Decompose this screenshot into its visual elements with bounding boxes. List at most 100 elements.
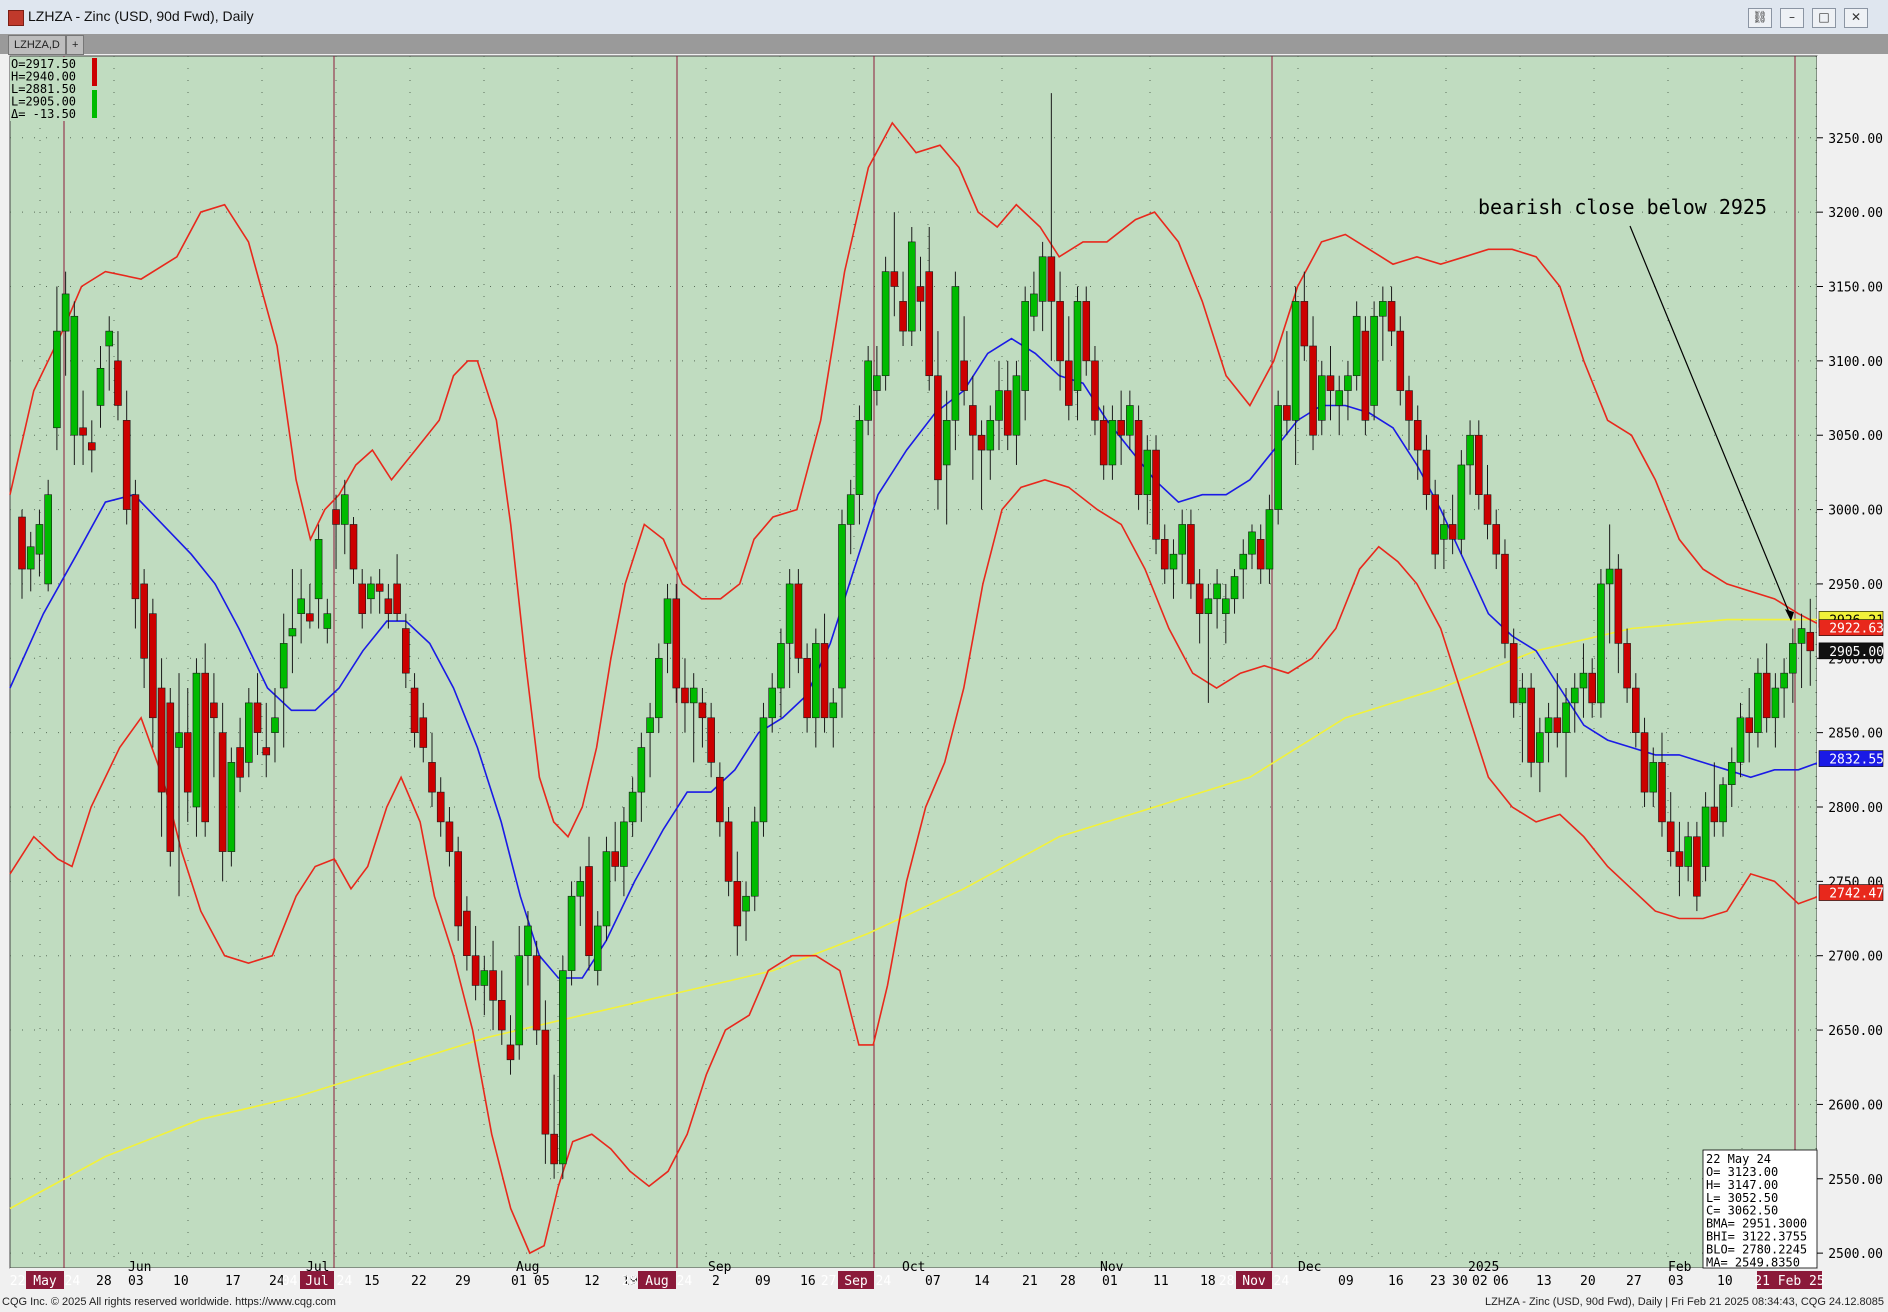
candle-body (367, 583, 375, 600)
candle-body (576, 881, 585, 897)
candle-body (1710, 806, 1719, 823)
candle-body (777, 643, 785, 689)
candle-body (384, 598, 393, 614)
minimize-button[interactable]: – (1780, 8, 1804, 28)
candle-body (1431, 494, 1439, 555)
ohlc-readout-candle-down (92, 58, 97, 86)
candle-body (1518, 687, 1527, 704)
x-tick-label: 15 (364, 1274, 380, 1289)
candle-body (262, 747, 271, 756)
price-tag-upper-band: 2922.63 (1829, 622, 1884, 637)
candle-body (1344, 375, 1352, 391)
x-tick-label: 28 (1060, 1274, 1076, 1289)
candle-body (1457, 464, 1466, 540)
candle-body (253, 702, 262, 733)
candle-body (506, 1044, 515, 1061)
candle-body (1160, 539, 1169, 570)
candle-body (1187, 524, 1195, 585)
candle-body (1352, 315, 1361, 377)
candle-body (1736, 717, 1745, 763)
candle-body (524, 925, 532, 957)
candle-body (1195, 583, 1204, 614)
candle-body (1605, 568, 1614, 585)
candle-body (1422, 449, 1431, 495)
y-tick-label: 3100.00 (1828, 355, 1883, 370)
window-title: LZHZA - Zinc (USD, 90d Fwd), Daily (28, 8, 254, 24)
add-tab-button[interactable]: + (66, 35, 85, 55)
candle-body (611, 851, 619, 867)
info-box-row: H= 3147.00 (1706, 1178, 1778, 1192)
candle-body (1405, 390, 1413, 421)
info-box-row: BLO= 2780.2245 (1706, 1242, 1807, 1256)
y-tick-label: 2650.00 (1828, 1024, 1883, 1039)
candle-body (829, 702, 838, 719)
link-icon[interactable]: ⛓ (1748, 8, 1772, 28)
candle-body (899, 301, 907, 332)
candle-body (1509, 643, 1518, 704)
x-tick-label: 01 (1102, 1274, 1118, 1289)
candle-body (820, 643, 829, 719)
candle-body (87, 442, 96, 451)
candle-body (1117, 420, 1125, 436)
candle-body (1754, 672, 1762, 733)
close-button[interactable]: ✕ (1844, 8, 1868, 28)
candle-body (1492, 524, 1501, 555)
candle-body (1789, 643, 1797, 674)
y-tick-label: 3250.00 (1828, 132, 1883, 147)
candle-body (428, 762, 436, 793)
candle-body (1370, 315, 1378, 406)
candle-body (1396, 330, 1405, 391)
candle-body (61, 293, 70, 332)
info-box-row: MA= 2549.8350 (1706, 1255, 1800, 1269)
candle-body (1632, 687, 1640, 733)
x-date-tag: 27 Sep 24 (821, 1274, 892, 1289)
candle-body (157, 687, 166, 793)
x-tick-label: 13 (1536, 1274, 1552, 1289)
x-tick-label: 03 (1668, 1274, 1684, 1289)
candle-body (1283, 405, 1291, 421)
candle-body (1474, 434, 1483, 495)
candle-body (70, 315, 79, 436)
month-label: Jun (128, 1260, 151, 1275)
candle-body (1527, 687, 1535, 763)
y-tick-label: 2950.00 (1828, 578, 1883, 593)
candle-body (18, 516, 26, 570)
candle-body (890, 271, 899, 287)
candle-body (515, 955, 524, 1046)
candle-body (79, 427, 87, 436)
candle-body (1466, 434, 1474, 466)
candle-body (1030, 293, 1038, 317)
candle-body (436, 791, 445, 823)
candle-body (628, 791, 637, 823)
x-tick-label: 17 (225, 1274, 241, 1289)
app-icon (8, 10, 24, 26)
price-tag-mid-ma: 2832.55 (1829, 753, 1884, 768)
x-date-tag: 28 Aug 24 (622, 1274, 693, 1289)
candle-body (245, 702, 253, 763)
candle-body (759, 717, 768, 823)
candle-body (1745, 717, 1754, 733)
tab-lzhza[interactable]: LZHZA,D (8, 35, 66, 55)
candle-body (593, 925, 602, 971)
info-box-row: C= 3062.50 (1706, 1204, 1778, 1218)
candle-body (1448, 524, 1457, 540)
candle-body (375, 583, 384, 592)
candle-body (1274, 405, 1282, 510)
candle-body (768, 687, 777, 719)
candle-body (794, 583, 803, 659)
candle-body (445, 821, 454, 852)
annotation-text: bearish close below 2925 (1478, 195, 1767, 219)
price-chart[interactable]: 3250.00 3200.00 3150.00 3100.00 3050.00 3000.… (0, 54, 1888, 1294)
candle-body (585, 866, 593, 957)
candle-body (1771, 687, 1780, 719)
x-tick-label: 27 (1626, 1274, 1642, 1289)
candle-body (349, 524, 358, 570)
maximize-button[interactable]: □ (1812, 8, 1836, 28)
info-box-date: 22 May 24 (1706, 1152, 1771, 1166)
y-tick-label: 3000.00 (1828, 504, 1883, 519)
candle-body (236, 747, 244, 778)
y-tick-label: 3150.00 (1828, 281, 1883, 296)
month-label: Nov (1100, 1260, 1124, 1275)
candle-body (1780, 672, 1788, 689)
candle-body (1614, 568, 1623, 644)
